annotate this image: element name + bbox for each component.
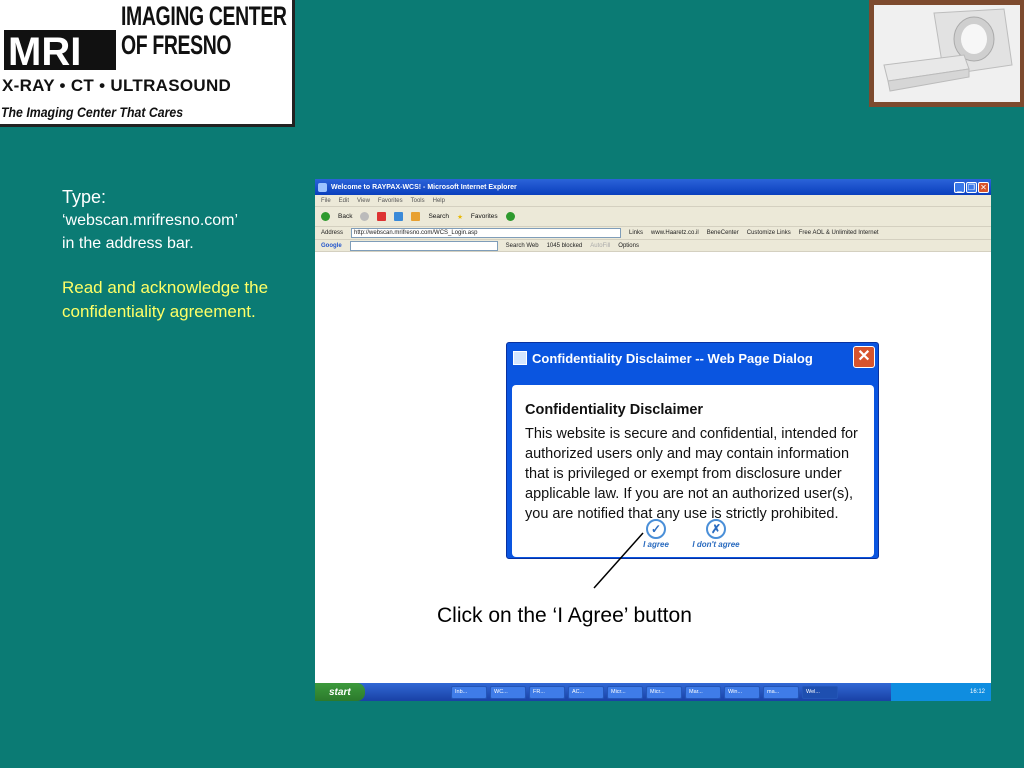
dialog-text: This website is secure and confidential,… [525,426,858,522]
link-benecenter[interactable]: BeneCenter [707,230,739,236]
search-button[interactable]: Search [428,213,449,220]
stop-icon[interactable] [377,212,387,221]
browser-title: Welcome to RAYPAX-WCS! - Microsoft Inter… [331,183,517,191]
taskbar-item[interactable]: Mar... [685,685,721,699]
standard-toolbar: Back Search ★ Favorites [315,207,991,227]
taskbar-item[interactable]: Win... [724,685,760,699]
taskbar-item[interactable]: ma... [763,685,799,699]
start-button[interactable]: start [315,683,365,701]
windows-taskbar: start Inb... WC... FR... AC... Micr... M… [315,683,991,701]
dialog-heading: Confidentiality Disclaimer [525,402,704,418]
i-dont-agree-label: I don't agree [692,540,740,549]
i-agree-button[interactable]: ✓ I agree [640,519,672,549]
logo-mri-text: MRI [8,30,81,70]
type-label: Type: [62,187,107,207]
address-bar: Address http://webscan.mrifresno.com/WCS… [315,227,991,240]
dialog-close-button[interactable]: ✕ [853,346,875,368]
taskbar-item[interactable]: WC... [490,685,526,699]
logo-line2: OF FRESNO [121,30,232,60]
links-label: Links [629,230,644,236]
dialog-page-icon [513,351,527,365]
taskbar-item[interactable]: Inb... [451,685,487,699]
system-tray: 16:12 [891,683,991,701]
link-customize[interactable]: Customize Links [747,230,791,236]
taskbar-item[interactable]: AC... [568,685,604,699]
dialog-title: Confidentiality Disclaimer -- Web Page D… [532,350,813,366]
menu-favorites[interactable]: Favorites [378,198,403,204]
instruction-acknowledge: Read and acknowledge the confidentiality… [62,278,269,321]
link-haaretz[interactable]: www.Haaretz.co.il [651,230,699,236]
google-toolbar: Google Search Web 1045 blocked AutoFill … [315,240,991,252]
window-controls: _ ❐ ✕ [954,181,991,193]
close-icon[interactable]: ✕ [978,181,989,193]
back-icon[interactable] [321,212,330,221]
logo-name: IMAGING CENTER OF FRESNO [121,2,287,60]
ie-icon [318,182,327,192]
google-search-web[interactable]: Search Web [506,243,539,249]
logo-modalities: X-RAY • CT • ULTRASOUND [2,76,232,95]
browser-titlebar: Welcome to RAYPAX-WCS! - Microsoft Inter… [315,179,991,195]
taskbar-item[interactable]: Micr... [646,685,682,699]
autofill-button[interactable]: AutoFill [590,243,610,249]
menu-view[interactable]: View [357,198,370,204]
address-label: Address [321,230,344,236]
taskbar-item-active[interactable]: Wel... [802,685,838,699]
google-brand[interactable]: Google [321,243,342,249]
instruction-type: Type: ‘webscan.mrifresno.com’ in the add… [62,186,277,255]
favorites-star-icon: ★ [457,213,463,221]
cross-icon: ✗ [706,519,726,539]
menu-tools[interactable]: Tools [411,198,425,204]
logo-tagline: The Imaging Center That Cares [1,104,184,120]
mri-machine-image [874,5,1020,102]
menu-help[interactable]: Help [433,198,445,204]
i-dont-agree-button[interactable]: ✗ I don't agree [689,519,743,549]
address-text: in the address bar. [62,235,194,252]
url-text: ‘webscan.mrifresno.com’ [62,212,239,229]
check-icon: ✓ [646,519,666,539]
favorites-button[interactable]: Favorites [471,213,498,220]
menu-file[interactable]: File [321,198,331,204]
logo: MRI IMAGING CENTER OF FRESNO X-RAY • CT … [0,0,295,127]
dialog-titlebar: Confidentiality Disclaimer -- Web Page D… [507,343,878,373]
restore-icon[interactable]: ❐ [966,181,977,193]
menu-edit[interactable]: Edit [339,198,349,204]
google-search-input[interactable] [349,240,498,251]
link-aol[interactable]: Free AOL & Unlimited Internet [799,230,879,236]
forward-icon[interactable] [360,212,370,221]
home-icon[interactable] [411,212,421,221]
i-agree-label: I agree [643,540,669,549]
back-button[interactable]: Back [338,213,352,220]
logo-line1: IMAGING CENTER [121,1,287,31]
taskbar-item[interactable]: Micr... [607,685,643,699]
clock: 16:12 [969,689,985,695]
popups-blocked[interactable]: 1045 blocked [547,243,583,249]
mri-logo-mark: MRI [4,30,116,70]
taskbar-item[interactable]: FR... [529,685,565,699]
menu-bar: File Edit View Favorites Tools Help [315,195,991,207]
mri-machine-photo [869,0,1024,107]
address-input[interactable]: http://webscan.mrifresno.com/WCS_Login.a… [351,228,622,238]
refresh-icon[interactable] [394,212,404,221]
caption: Click on the ‘I Agree’ button [437,604,692,627]
minimize-icon[interactable]: _ [954,181,965,193]
options-button[interactable]: Options [618,243,639,249]
media-icon[interactable] [505,212,515,221]
